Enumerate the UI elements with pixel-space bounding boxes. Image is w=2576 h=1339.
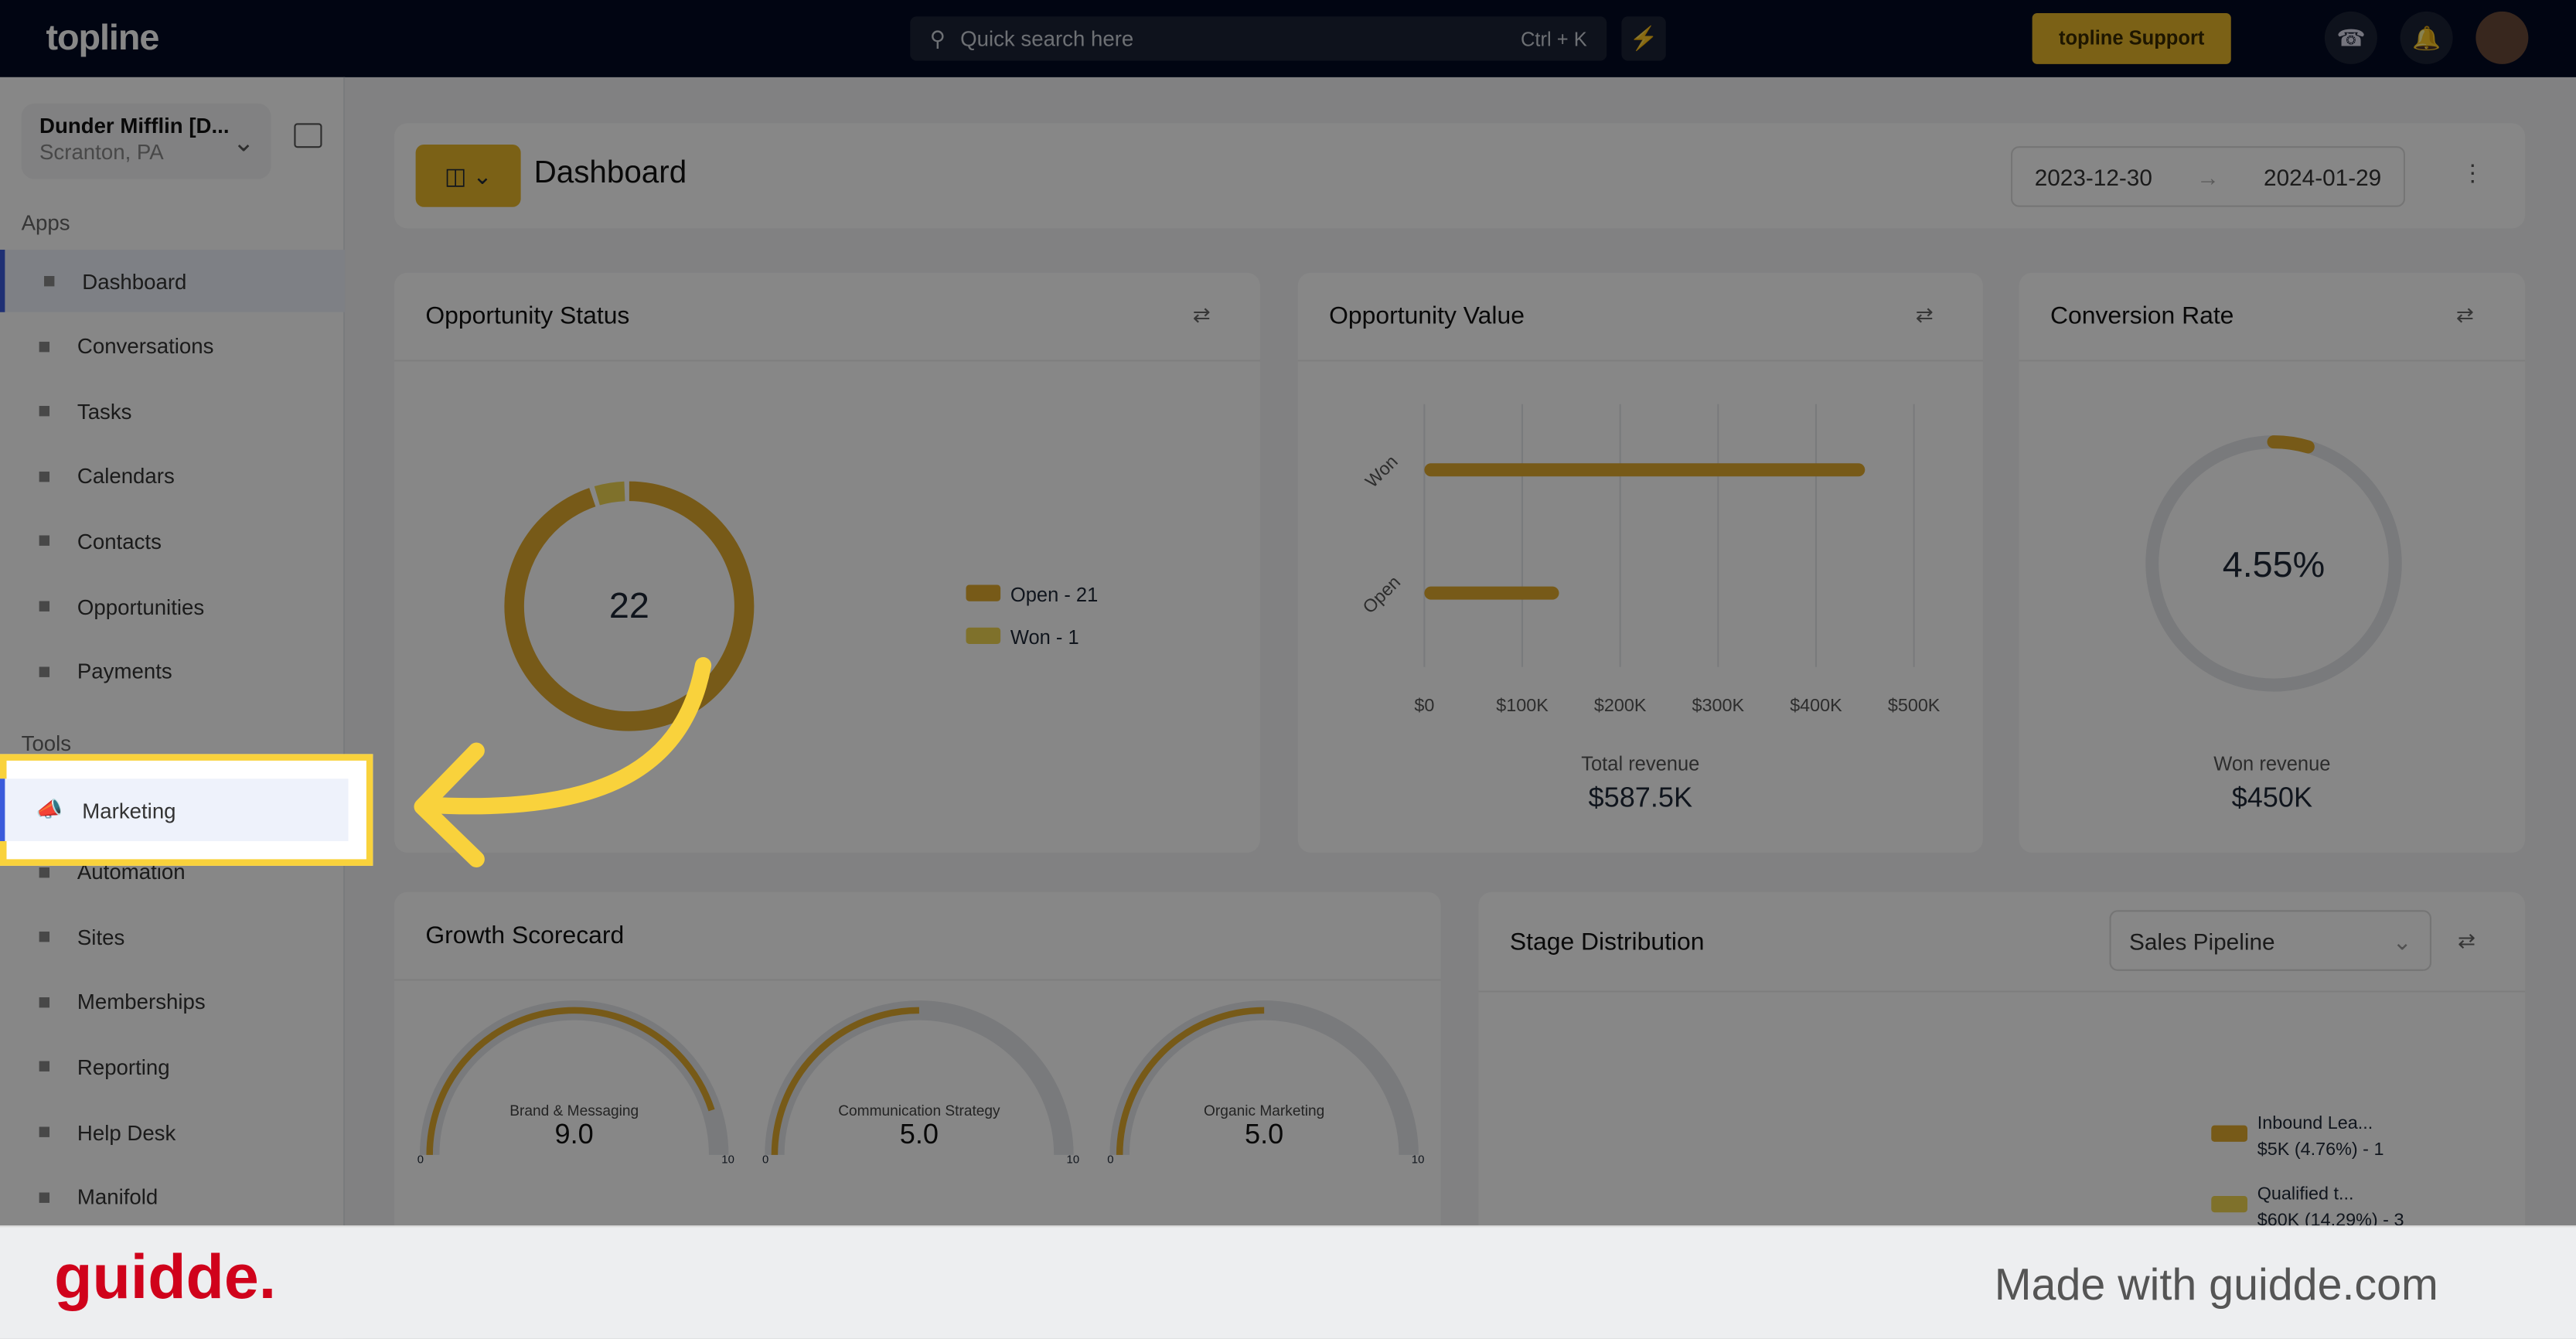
guidde-logo: guidde. (54, 1243, 277, 1313)
footer-tagline: Made with guidde.com (1994, 1259, 2438, 1310)
arrow-annotation (414, 657, 712, 867)
sidebar-item-marketing-highlighted[interactable]: 📣 Marketing (0, 779, 349, 841)
highlight-marketing: 📣 Marketing (0, 754, 373, 866)
megaphone-icon: 📣 (36, 796, 63, 822)
dim-overlay (0, 0, 2576, 1339)
footer-bar: guidde. Made with guidde.com (0, 1225, 2576, 1339)
